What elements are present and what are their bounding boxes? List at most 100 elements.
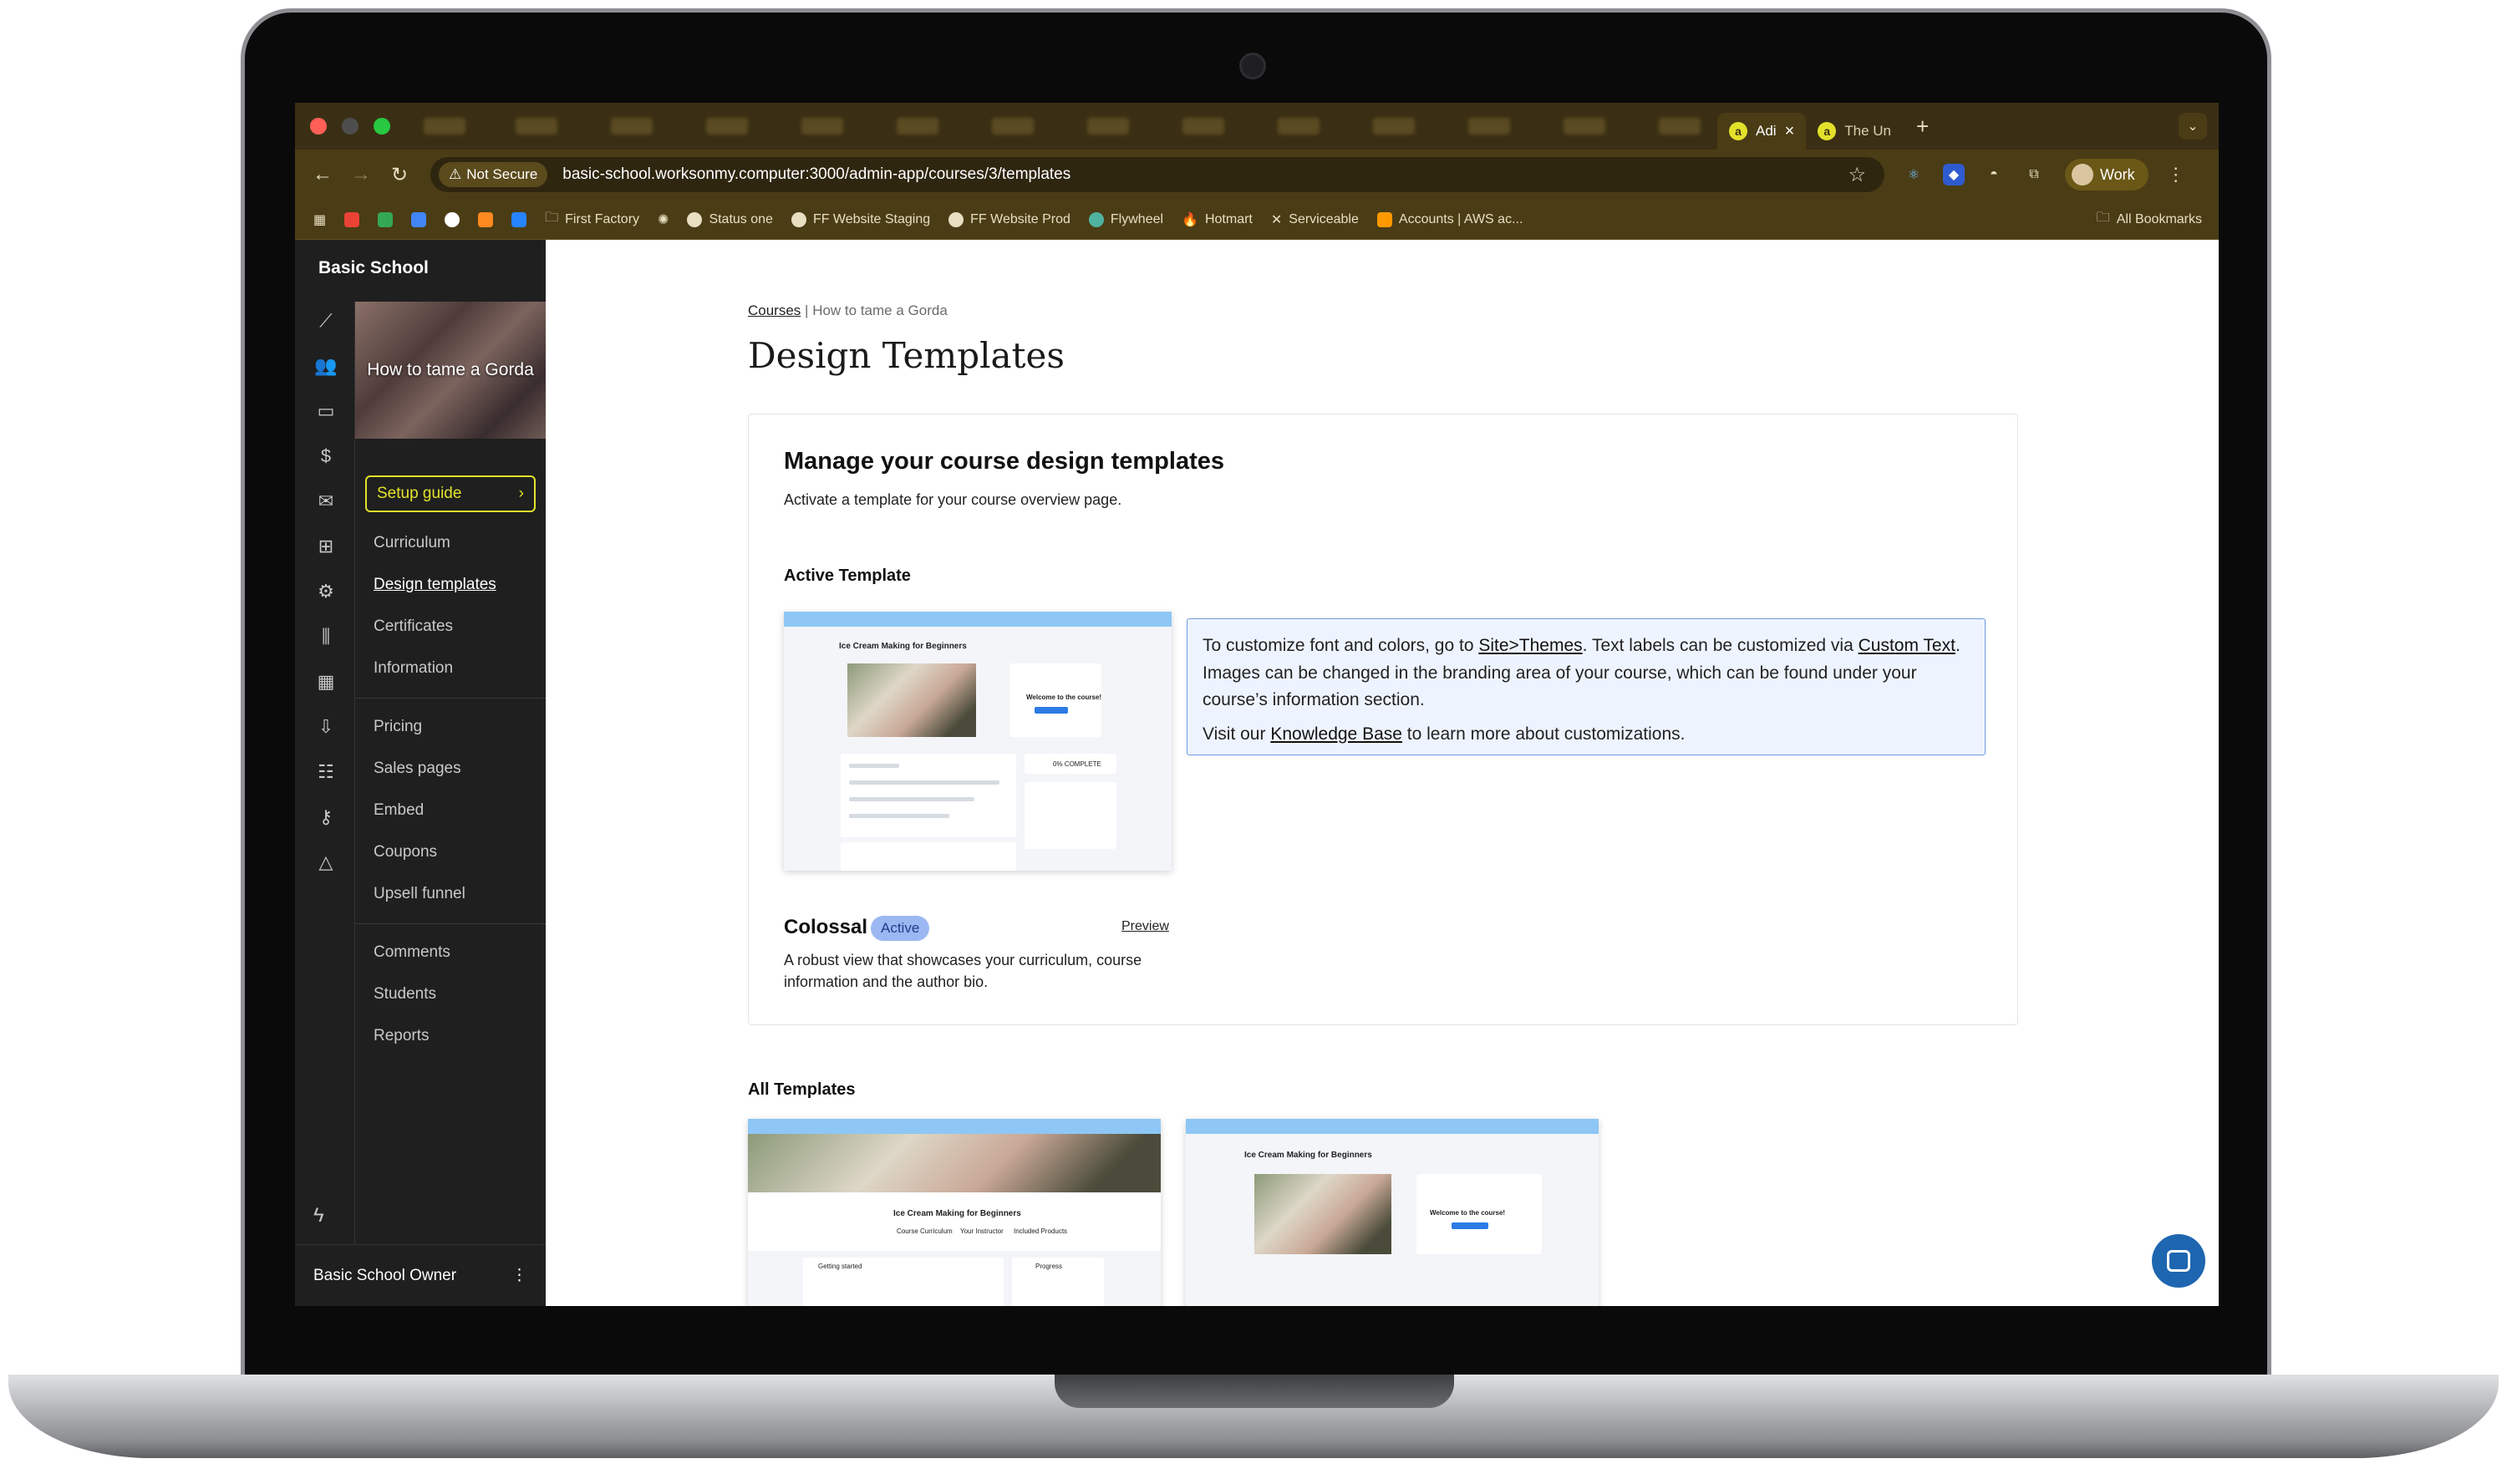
blurred-tab[interactable] (424, 118, 465, 135)
blurred-tab[interactable] (897, 118, 938, 135)
template-thumbnail-1[interactable]: Ice Cream Making for Beginners Course Cu… (748, 1119, 1161, 1306)
zoom-window-button[interactable] (374, 118, 390, 135)
site-themes-link[interactable]: Site>Themes (1478, 636, 1582, 655)
bookmark-serviceable[interactable]: ✕ Serviceable (1271, 211, 1359, 228)
close-window-button[interactable] (310, 118, 327, 135)
menu-item-students[interactable]: Students (374, 985, 436, 1004)
menu-item-coupons[interactable]: Coupons (374, 843, 437, 861)
menu-item-curriculum[interactable]: Curriculum (374, 534, 450, 552)
minimize-window-button[interactable] (342, 118, 359, 135)
active-template-thumbnail[interactable]: Ice Cream Making for Beginners Welcome t… (784, 612, 1172, 871)
template-thumbnail-2[interactable]: Ice Cream Making for Beginners Welcome t… (1186, 1119, 1599, 1306)
reload-icon[interactable]: ↻ (389, 163, 410, 187)
all-bookmarks-button[interactable]: 🗀 All Bookmarks (2097, 208, 2202, 231)
box-icon[interactable] (478, 211, 494, 227)
blurred-tab[interactable] (1182, 118, 1224, 135)
extension-mountain-icon[interactable]: ◓ (1983, 164, 2005, 186)
custom-text-link[interactable]: Custom Text (1859, 636, 1955, 655)
react-devtools-icon[interactable]: ⚛ (1903, 164, 1925, 186)
atlassian-icon[interactable] (511, 211, 527, 227)
blurred-tab[interactable] (1278, 118, 1320, 135)
knowledge-base-link[interactable]: Knowledge Base (1270, 724, 1402, 744)
blurred-tab[interactable] (801, 118, 843, 135)
calendar-icon[interactable]: ▦ (313, 669, 338, 694)
menu-item-upsell-funnel[interactable]: Upsell funnel (374, 885, 465, 903)
shapes-icon[interactable]: △ (313, 850, 338, 875)
course-hero[interactable]: How to tame a Gorda (355, 302, 546, 439)
devices-icon[interactable]: ▭ (313, 399, 338, 424)
blurred-tab[interactable] (611, 118, 653, 135)
blurred-tab[interactable] (706, 118, 748, 135)
openai-icon[interactable]: ✺ (658, 211, 669, 228)
thumbnail-line (849, 814, 949, 818)
laptop-frame: a Adi × a The Un + ⌄ ← → ↻ ⚠ Not Secure … (0, 0, 2507, 1484)
menu-item-comments[interactable]: Comments (374, 943, 450, 962)
more-vertical-icon[interactable]: ⋮ (511, 1266, 527, 1285)
setup-guide-button[interactable]: Setup guide › (365, 475, 536, 512)
menu-item-embed[interactable]: Embed (374, 801, 424, 820)
menu-item-design-templates[interactable]: Design templates (374, 576, 496, 594)
thumbnail-heading: Ice Cream Making for Beginners (893, 1209, 1021, 1218)
url-text[interactable]: basic-school.worksonmy.computer:3000/adm… (562, 165, 1848, 184)
forward-arrow-icon[interactable]: → (350, 163, 372, 186)
breadcrumb-courses-link[interactable]: Courses (748, 302, 801, 318)
analytics-icon[interactable]: ⟋ (313, 308, 338, 333)
school-name[interactable]: Basic School (318, 258, 429, 278)
dollar-icon[interactable]: $ (313, 444, 338, 469)
preview-link[interactable]: Preview (1121, 919, 1169, 934)
blurred-tab[interactable] (1087, 118, 1129, 135)
chat-launcher-icon[interactable] (2152, 1234, 2205, 1288)
new-tab-button[interactable]: + (1916, 114, 1929, 140)
tab-the-un[interactable]: a The Un (1806, 113, 1903, 150)
address-bar[interactable]: ⚠ Not Secure basic-school.worksonmy.comp… (430, 157, 1884, 192)
gear-icon[interactable]: ⚙ (313, 579, 338, 604)
close-tab-icon[interactable]: × (1785, 122, 1795, 141)
bookmark-aws[interactable]: Accounts | AWS ac... (1376, 211, 1523, 227)
thumbnail-button (1452, 1222, 1488, 1229)
blurred-tab[interactable] (1468, 118, 1510, 135)
blurred-tab[interactable] (1373, 118, 1415, 135)
tab-active[interactable]: a Adi × (1717, 113, 1807, 150)
bookmark-first-factory[interactable]: 🗀 First Factory (545, 208, 639, 231)
blurred-tab[interactable] (1564, 118, 1605, 135)
owner-menu[interactable]: Basic School Owner ⋮ (295, 1244, 546, 1306)
users-icon[interactable]: 👥 (313, 353, 338, 379)
browser-menu-icon[interactable]: ⋮ (2167, 164, 2185, 186)
apps-add-icon[interactable]: ⊞ (313, 534, 338, 559)
bookmark-status-one[interactable]: Status one (687, 211, 773, 227)
profile-button[interactable]: Work (2065, 159, 2148, 191)
back-arrow-icon[interactable]: ← (312, 163, 333, 186)
bookmark-hotmart[interactable]: 🔥 Hotmart (1182, 211, 1253, 228)
blurred-tab[interactable] (1659, 118, 1701, 135)
bookmark-flywheel[interactable]: Flywheel (1088, 211, 1163, 227)
tab-search-chevron-icon[interactable]: ⌄ (2179, 113, 2207, 140)
github-icon[interactable] (445, 211, 460, 227)
bookmark-ff-website-staging[interactable]: FF Website Staging (791, 211, 930, 227)
menu-item-pricing[interactable]: Pricing (374, 718, 422, 736)
menu-item-sales-pages[interactable]: Sales pages (374, 760, 461, 778)
download-file-icon[interactable]: ⇩ (313, 714, 338, 739)
drive-icon[interactable] (378, 211, 394, 227)
thumbnail-banner-image (748, 1134, 1161, 1192)
thumbnail-complete: 0% COMPLETE (1053, 760, 1101, 768)
extensions-puzzle-icon[interactable]: ⧉ (2023, 164, 2045, 186)
chat-icon[interactable]: ☷ (313, 760, 338, 785)
screen: a Adi × a The Un + ⌄ ← → ↻ ⚠ Not Secure … (295, 103, 2219, 1306)
calendar-icon[interactable] (411, 211, 427, 227)
bookmark-ff-website-prod[interactable]: FF Website Prod (948, 211, 1070, 227)
camera-icon (1239, 53, 1266, 79)
gmail-icon[interactable] (344, 211, 360, 227)
menu-item-certificates[interactable]: Certificates (374, 617, 453, 636)
blurred-tab[interactable] (516, 118, 557, 135)
library-icon[interactable]: ⫼ (313, 624, 338, 649)
mail-icon[interactable]: ✉ (313, 489, 338, 514)
bitwarden-icon[interactable]: ◆ (1943, 164, 1965, 186)
menu-item-information[interactable]: Information (374, 659, 453, 678)
blurred-tab[interactable] (992, 118, 1034, 135)
menu-item-reports[interactable]: Reports (374, 1027, 430, 1045)
lightning-icon[interactable]: ϟ (313, 1204, 324, 1227)
key-icon[interactable]: ⚷ (313, 805, 338, 830)
apps-grid-icon[interactable]: ▦ (313, 211, 326, 228)
bookmark-star-icon[interactable]: ☆ (1848, 163, 1866, 187)
security-indicator[interactable]: ⚠ Not Secure (439, 162, 548, 187)
